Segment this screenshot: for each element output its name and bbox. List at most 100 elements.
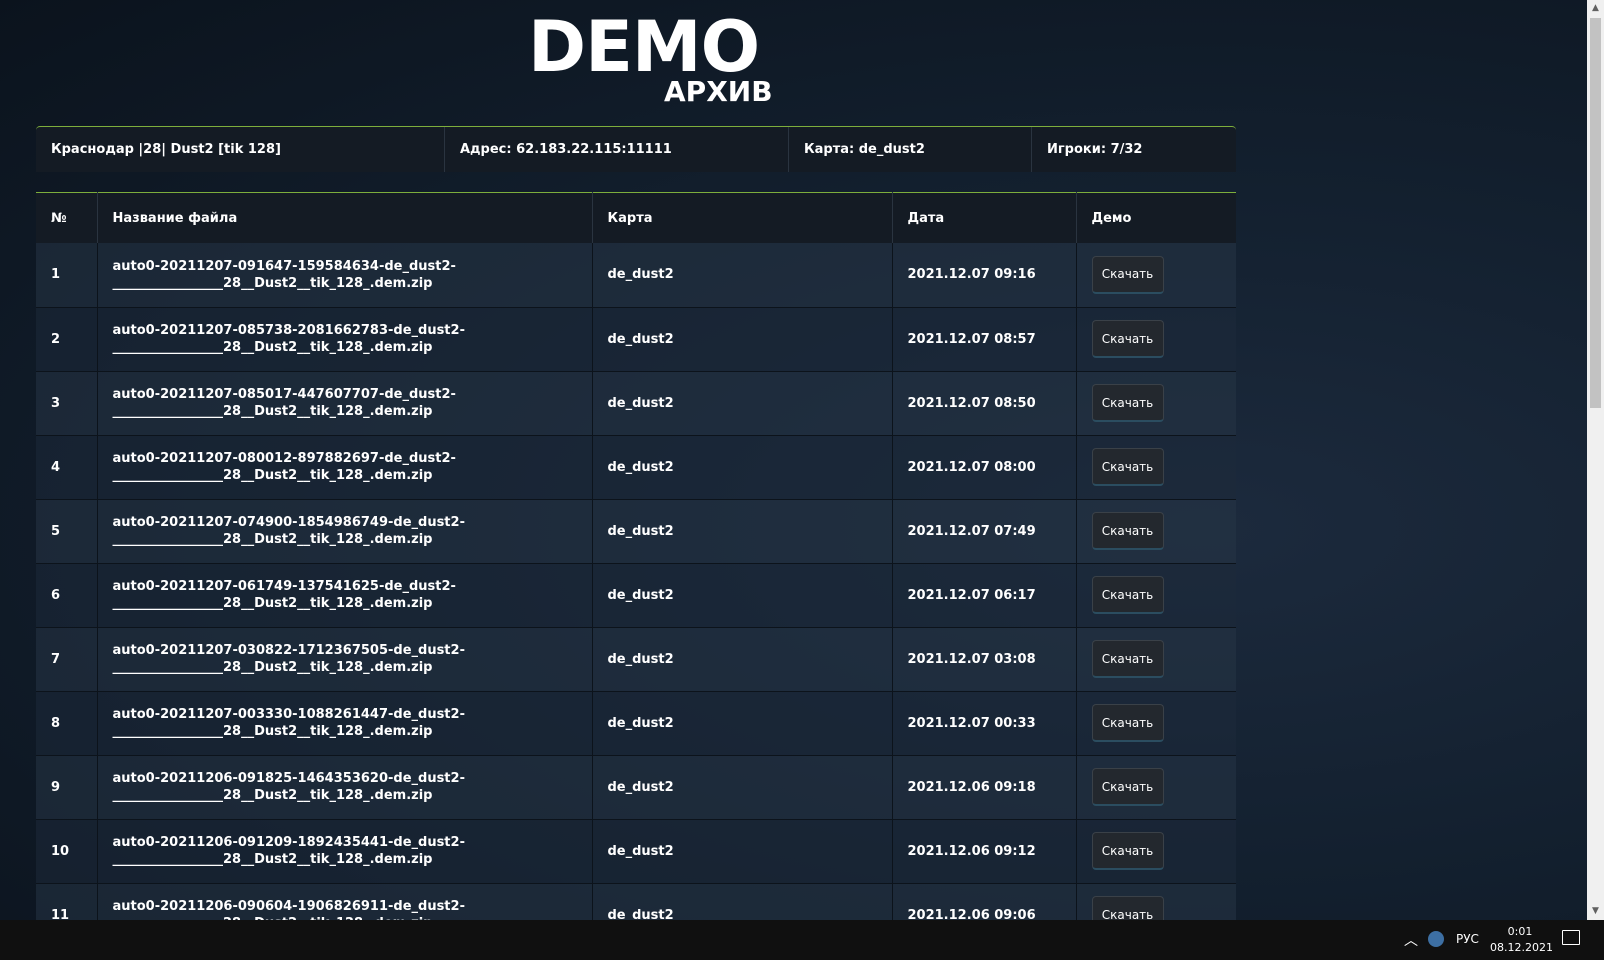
file-line-2: _________________28__Dust2__tik_128_.dem… — [112, 340, 433, 355]
clock-time: 0:01 — [1507, 925, 1533, 938]
logo: DEMO АРХИВ — [528, 12, 798, 110]
row-date: 2021.12.07 08:00 — [892, 435, 1077, 500]
table-row: 1 auto0-20211207-091647-159584634-de_dust… — [36, 243, 1236, 308]
download-button[interactable]: Скачать — [1091, 576, 1164, 614]
row-num: 1 — [36, 243, 98, 308]
file-line-1: auto0-20211207-061749-137541625-de_dust2… — [112, 579, 456, 594]
clock-date: 08.12.2021 — [1490, 941, 1553, 954]
row-demo: Скачать — [1076, 691, 1236, 756]
row-file: auto0-20211207-074900-1854986749-de_dust… — [97, 499, 593, 564]
scroll-up-arrow-icon[interactable]: ▲ — [1587, 0, 1604, 17]
row-file: auto0-20211206-091209-1892435441-de_dust… — [97, 819, 593, 884]
header-map: Карта — [592, 192, 893, 243]
row-map: de_dust2 — [592, 563, 893, 628]
logo-title: DEMO — [528, 6, 760, 88]
server-name: Краснодар |28| Dust2 [tik 128] — [36, 127, 445, 172]
row-file: auto0-20211207-091647-159584634-de_dust2… — [97, 243, 593, 308]
file-line-1: auto0-20211207-085017-447607707-de_dust2… — [112, 387, 456, 402]
file-line-1: auto0-20211207-080012-897882697-de_dust2… — [112, 451, 456, 466]
download-button[interactable]: Скачать — [1091, 704, 1164, 742]
row-map: de_dust2 — [592, 371, 893, 436]
download-button[interactable]: Скачать — [1091, 255, 1164, 294]
row-file: auto0-20211207-085738-2081662783-de_dust… — [97, 307, 593, 372]
notification-icon[interactable] — [1562, 930, 1580, 945]
demos-table: № Название файла Карта Дата Демо 1 auto0-… — [36, 192, 1236, 948]
language-indicator[interactable]: РУС — [1456, 932, 1479, 946]
steam-icon[interactable] — [1428, 931, 1444, 947]
download-button[interactable]: Скачать — [1091, 448, 1164, 486]
row-date: 2021.12.07 03:08 — [892, 627, 1077, 692]
file-line-2: _________________28__Dust2__tik_128_.dem… — [112, 788, 433, 803]
file-line-1: auto0-20211207-074900-1854986749-de_dust… — [112, 515, 465, 530]
file-line-2: _________________28__Dust2__tik_128_.dem… — [112, 404, 433, 419]
row-date: 2021.12.07 08:50 — [892, 371, 1077, 436]
row-demo: Скачать — [1076, 755, 1236, 820]
file-line-1: auto0-20211207-003330-1088261447-de_dust… — [112, 707, 465, 722]
row-date: 2021.12.07 00:33 — [892, 691, 1077, 756]
table-row: 7 auto0-20211207-030822-1712367505-de_dus… — [36, 627, 1236, 692]
row-file: auto0-20211207-061749-137541625-de_dust2… — [97, 563, 593, 628]
row-date: 2021.12.07 08:57 — [892, 307, 1077, 372]
file-line-2: _________________28__Dust2__tik_128_.dem… — [112, 532, 433, 547]
download-button[interactable]: Скачать — [1091, 832, 1164, 870]
download-button[interactable]: Скачать — [1091, 512, 1164, 550]
row-demo: Скачать — [1076, 243, 1236, 308]
row-demo: Скачать — [1076, 435, 1236, 500]
file-line-2: _________________28__Dust2__tik_128_.dem… — [112, 275, 433, 291]
scroll-thumb[interactable] — [1590, 18, 1601, 408]
header-date: Дата — [892, 192, 1077, 243]
file-line-1: auto0-20211206-091825-1464353620-de_dust… — [112, 771, 465, 786]
table-header-row: № Название файла Карта Дата Демо — [36, 192, 1236, 243]
row-map: de_dust2 — [592, 691, 893, 756]
row-map: de_dust2 — [592, 243, 893, 308]
download-button[interactable]: Скачать — [1091, 384, 1164, 422]
row-num: 8 — [36, 691, 98, 756]
row-date: 2021.12.07 09:16 — [892, 243, 1077, 308]
server-info-bar: Краснодар |28| Dust2 [tik 128] Адрес: 62… — [36, 126, 1236, 172]
file-line-2: _________________28__Dust2__tik_128_.dem… — [112, 660, 433, 675]
row-demo: Скачать — [1076, 307, 1236, 372]
row-file: auto0-20211206-091825-1464353620-de_dust… — [97, 755, 593, 820]
row-demo: Скачать — [1076, 819, 1236, 884]
row-demo: Скачать — [1076, 371, 1236, 436]
page-scrollbar[interactable]: ▲ ▼ — [1587, 0, 1604, 920]
server-players: Игроки: 7/32 — [1047, 142, 1143, 157]
table-row: 2 auto0-20211207-085738-2081662783-de_dus… — [36, 307, 1236, 372]
row-map: de_dust2 — [592, 819, 893, 884]
file-line-1: auto0-20211207-085738-2081662783-de_dust… — [112, 323, 465, 338]
download-button[interactable]: Скачать — [1091, 640, 1164, 678]
row-num: 3 — [36, 371, 98, 436]
row-file: auto0-20211207-003330-1088261447-de_dust… — [97, 691, 593, 756]
download-button[interactable]: Скачать — [1091, 320, 1164, 358]
row-file: auto0-20211207-085017-447607707-de_dust2… — [97, 371, 593, 436]
file-line-2: _________________28__Dust2__tik_128_.dem… — [112, 724, 433, 739]
file-line-2: _________________28__Dust2__tik_128_.dem… — [112, 596, 433, 611]
header-num: № — [36, 192, 98, 243]
table-row: 5 auto0-20211207-074900-1854986749-de_dus… — [36, 499, 1236, 564]
clock[interactable]: 0:01 08.12.2021 — [1490, 924, 1553, 956]
row-num: 5 — [36, 499, 98, 564]
scroll-down-arrow-icon[interactable]: ▼ — [1587, 903, 1604, 920]
row-date: 2021.12.06 09:12 — [892, 819, 1077, 884]
table-row: 9 auto0-20211206-091825-1464353620-de_dus… — [36, 755, 1236, 820]
row-num: 10 — [36, 819, 98, 884]
server-address: Адрес: 62.183.22.115:11111 — [445, 127, 789, 172]
file-line-2: _________________28__Dust2__tik_128_.dem… — [112, 852, 433, 867]
header-file: Название файла — [97, 192, 593, 243]
file-line-1: auto0-20211207-030822-1712367505-de_dust… — [112, 643, 465, 658]
chevron-up-icon[interactable]: ︿ — [1404, 930, 1418, 950]
row-date: 2021.12.07 06:17 — [892, 563, 1077, 628]
logo-subtitle: АРХИВ — [664, 75, 773, 108]
file-line-1: auto0-20211206-090604-1906826911-de_dust… — [112, 899, 465, 914]
table-row: 3 auto0-20211207-085017-447607707-de_dust… — [36, 371, 1236, 436]
row-map: de_dust2 — [592, 627, 893, 692]
table-row: 4 auto0-20211207-080012-897882697-de_dust… — [36, 435, 1236, 500]
server-map: Карта: de_dust2 — [789, 127, 1032, 172]
file-line-2: _________________28__Dust2__tik_128_.dem… — [112, 468, 433, 483]
table-row: 10 auto0-20211206-091209-1892435441-de_du… — [36, 819, 1236, 884]
row-demo: Скачать — [1076, 627, 1236, 692]
download-button[interactable]: Скачать — [1091, 768, 1164, 806]
table-row: 8 auto0-20211207-003330-1088261447-de_dus… — [36, 691, 1236, 756]
row-map: de_dust2 — [592, 307, 893, 372]
file-line-1: auto0-20211206-091209-1892435441-de_dust… — [112, 835, 465, 850]
